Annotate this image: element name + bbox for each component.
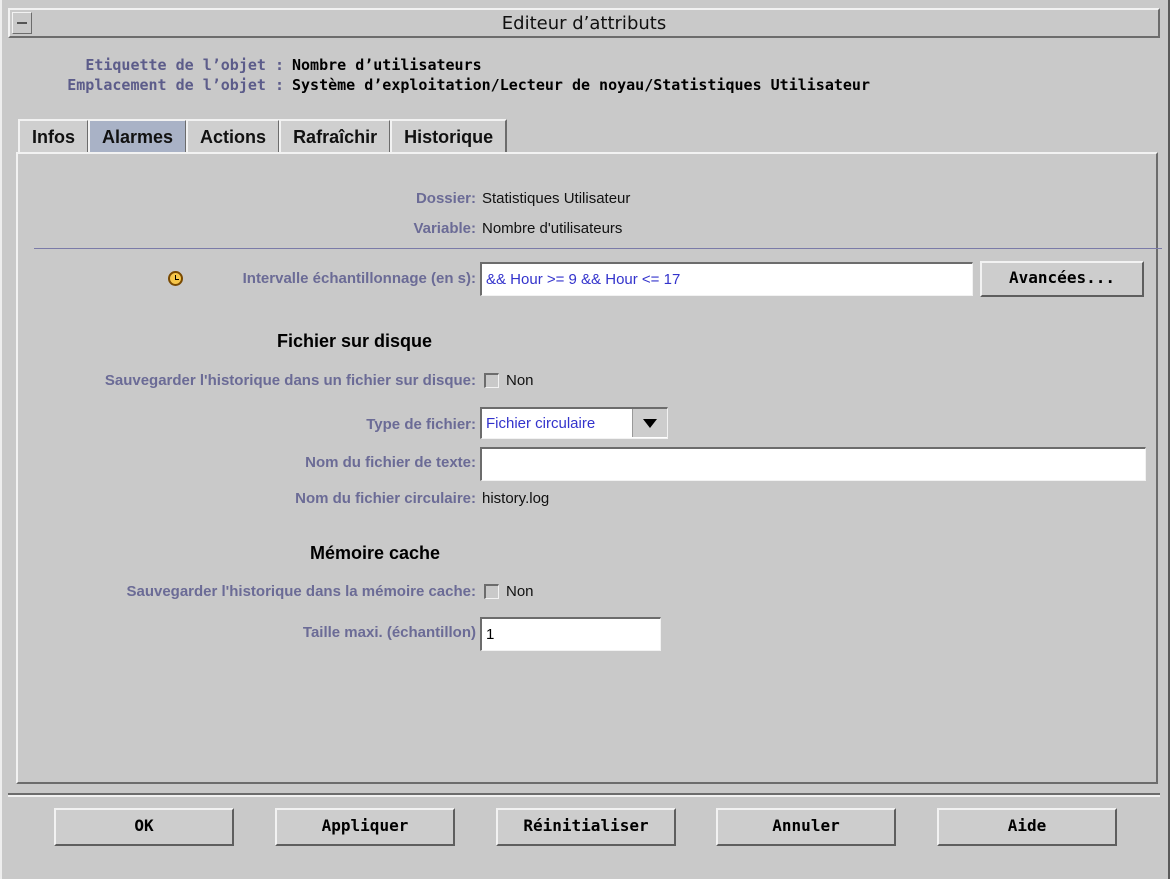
title-bar[interactable]: Editeur d’attributs (8, 8, 1160, 38)
object-info: Etiquette de l’objet : Nombre d’utilisat… (28, 56, 870, 96)
apply-button[interactable]: Appliquer (275, 808, 455, 846)
file-type-selected: Fichier circulaire (486, 415, 596, 432)
circular-file-value: history.log (482, 490, 550, 507)
reset-button[interactable]: Réinitialiser (496, 808, 676, 846)
sampling-label: Intervalle échantillonnage (en s): (242, 270, 476, 287)
object-label-key: Etiquette de l’objet : (85, 56, 284, 74)
cache-section-heading: Mémoire cache (310, 543, 441, 563)
max-size-input[interactable] (480, 617, 661, 651)
tab-alarmes[interactable]: Alarmes (88, 119, 188, 153)
file-type-select[interactable]: Fichier circulaire (480, 407, 668, 439)
object-label-value: Nombre d’utilisateurs (292, 56, 482, 74)
object-label-row: Etiquette de l’objet : Nombre d’utilisat… (28, 56, 870, 76)
tab-actions[interactable]: Actions (186, 119, 281, 153)
max-size-label: Taille maxi. (échantillon) (302, 624, 476, 641)
disk-save-value: Non (506, 372, 534, 389)
triangle-down-icon (643, 419, 657, 428)
object-location-key: Emplacement de l’objet : (67, 76, 284, 94)
disk-section-heading: Fichier sur disque (277, 331, 433, 351)
window-title: Editeur d’attributs (501, 13, 667, 34)
tab-historique[interactable]: Historique (390, 119, 508, 153)
variable-label: Variable: (413, 220, 476, 237)
object-location-row: Emplacement de l’objet : Système d’explo… (28, 76, 870, 96)
folder-label: Dossier: (415, 190, 476, 207)
disk-save-checkbox[interactable] (484, 373, 499, 388)
cancel-button[interactable]: Annuler (716, 808, 896, 846)
sampling-interval-input[interactable] (480, 262, 973, 296)
text-file-input[interactable] (480, 447, 1146, 481)
tab-bar: Infos Alarmes Actions Rafraîchir Histori… (18, 119, 508, 153)
circular-file-label: Nom du fichier circulaire: (295, 490, 476, 507)
disk-save-label: Sauvegarder l'historique dans un fichier… (104, 372, 476, 389)
advanced-button[interactable]: Avancées... (980, 261, 1144, 297)
tab-rafraichir[interactable]: Rafraîchir (279, 119, 392, 153)
clock-icon (168, 271, 183, 286)
file-type-label: Type de fichier: (366, 416, 476, 433)
tab-panel: Dossier: Statistiques Utilisateur Variab… (16, 152, 1162, 784)
cache-save-label: Sauvegarder l'historique dans la mémoire… (126, 583, 476, 600)
object-location-value: Système d’exploitation/Lecteur de noyau/… (292, 76, 870, 94)
variable-value: Nombre d'utilisateurs (482, 220, 623, 237)
help-button[interactable]: Aide (937, 808, 1117, 846)
attribute-editor-window: Editeur d’attributs Etiquette de l’objet… (0, 0, 1170, 879)
text-file-label: Nom du fichier de texte: (305, 454, 476, 471)
cache-save-checkbox[interactable] (484, 584, 499, 599)
tab-infos[interactable]: Infos (18, 119, 89, 153)
separator (34, 248, 1162, 249)
folder-value: Statistiques Utilisateur (482, 190, 631, 207)
ok-button[interactable]: OK (54, 808, 234, 846)
file-type-dropdown-button[interactable] (632, 409, 667, 437)
divider (8, 793, 1160, 797)
cache-save-value: Non (506, 583, 534, 600)
